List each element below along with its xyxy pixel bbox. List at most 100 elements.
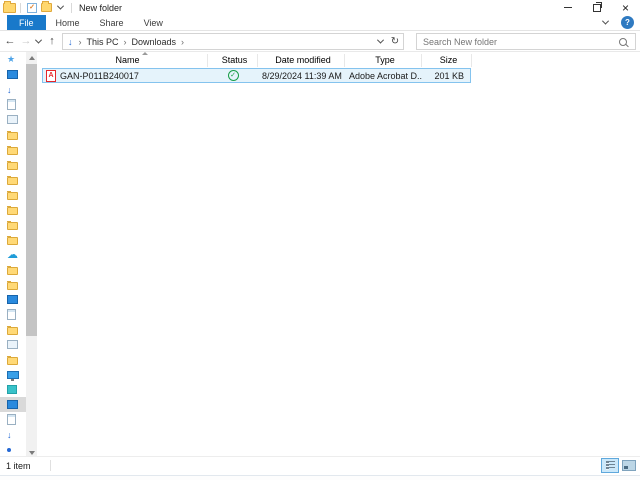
column-header-type[interactable]: Type [345,53,422,67]
sidebar-item-folder[interactable] [0,202,26,217]
sidebar-item-network-dot[interactable] [0,442,26,457]
thumbnails-view-icon [622,460,636,471]
sidebar-item-desktop[interactable] [0,292,26,307]
column-header-name[interactable]: Name [42,51,208,67]
maximize-button[interactable] [582,0,611,15]
close-icon: × [621,0,629,15]
folder-icon [7,235,18,245]
back-button[interactable]: ← [2,31,18,51]
sidebar-item-quick-access[interactable] [0,52,26,67]
quick-access-icon [7,54,15,65]
sidebar-item-folder[interactable] [0,127,26,142]
desktop-icon [7,70,18,79]
folder-icon [7,265,18,275]
search-icon [619,37,627,46]
up-button[interactable]: ↑ [44,31,60,51]
forward-icon: → [20,35,32,47]
breadcrumb-downloads[interactable]: Downloads [129,37,180,47]
file-row[interactable]: GAN-P011B240017 8/29/2024 11:39 AM Adobe… [42,68,471,83]
folder-icon [7,130,18,140]
breadcrumb-separator: › [181,36,185,47]
folder-icon [7,160,18,170]
synced-status-icon [227,70,239,81]
sidebar-item-folder[interactable] [0,277,26,292]
details-view-button[interactable] [601,458,619,473]
sidebar-item-downloads[interactable] [0,427,26,442]
sidebar-item-folder[interactable] [0,157,26,172]
sidebar-item-folder[interactable] [0,142,26,157]
qat-customize-button[interactable] [53,1,67,15]
expand-ribbon-button[interactable] [597,15,613,30]
sidebar-tree [0,52,26,458]
sidebar-item-folder[interactable] [0,172,26,187]
desktop-icon [7,400,18,409]
sidebar-item-folder[interactable] [0,322,26,337]
sidebar-item-pictures[interactable] [0,112,26,127]
folder-icon [7,325,18,335]
file-name-cell: GAN-P011B240017 [43,69,208,82]
scroll-up-button[interactable] [26,52,37,63]
refresh-button[interactable]: ↻ [387,36,403,47]
breadcrumb-this-pc[interactable]: This PC [84,37,122,47]
column-header-status[interactable]: Status [208,53,258,67]
tab-view[interactable]: View [134,15,173,30]
navigation-bar: ← → ↑ ↓ › This PC › Downloads › ↻ [0,31,640,52]
divider [20,2,21,13]
ribbon-tab-bar: File Home Share View ? [0,15,640,31]
back-icon: ← [4,35,16,47]
breadcrumb-separator: › [78,36,82,47]
window-title: New folder [79,2,123,13]
documents-icon [7,99,16,110]
help-button[interactable]: ? [621,16,634,29]
sidebar-item-documents[interactable] [0,97,26,112]
tab-home[interactable]: Home [46,15,90,30]
sidebar-item-folder[interactable] [0,352,26,367]
folder-icon [7,175,18,185]
sidebar-item-folder[interactable] [0,262,26,277]
onedrive-icon [7,248,18,261]
address-dropdown-button[interactable] [373,36,387,44]
folder-icon [7,355,18,365]
sidebar-item-downloads[interactable] [0,82,26,97]
minimize-button[interactable] [553,0,582,15]
folder-icon [7,280,18,290]
sidebar-item-documents[interactable] [0,307,26,322]
column-header-size[interactable]: Size [422,53,472,67]
sidebar-item-desktop[interactable] [0,397,26,412]
address-bar[interactable]: ↓ › This PC › Downloads › ↻ [62,33,404,50]
sidebar-scrollbar[interactable] [26,52,37,458]
new-folder-button[interactable] [39,1,53,15]
sidebar-item-documents[interactable] [0,412,26,427]
items-count: 1 item [6,461,31,471]
sidebar-item-folder[interactable] [0,217,26,232]
divider [50,460,51,471]
restore-icon [592,1,602,12]
pictures-icon [7,340,18,349]
tab-file[interactable]: File [7,15,46,30]
sidebar-item-folder[interactable] [0,232,26,247]
tab-share[interactable]: Share [90,15,134,30]
divider [71,2,72,13]
sidebar-item-pictures[interactable] [0,337,26,352]
sidebar-item-devices[interactable] [0,382,26,397]
thumbnails-view-button[interactable] [620,458,638,473]
file-status-cell [208,70,258,81]
chevron-down-icon [376,36,384,44]
properties-button[interactable] [25,1,39,15]
close-button[interactable]: × [611,0,640,15]
sidebar-item-this-pc[interactable] [0,367,26,382]
chevron-down-icon [34,36,43,44]
scrollbar-thumb[interactable] [26,64,37,336]
this-pc-icon [7,370,19,381]
search-input[interactable] [417,35,619,48]
devices-icon [7,385,17,394]
column-header-date-modified[interactable]: Date modified [258,53,345,67]
sidebar-item-folder[interactable] [0,187,26,202]
forward-button[interactable]: → [18,31,34,51]
sidebar-item-onedrive[interactable] [0,247,26,262]
sidebar-item-desktop[interactable] [0,67,26,82]
chevron-down-icon [56,2,64,10]
properties-icon [27,2,37,13]
chevron-down-icon [601,17,609,25]
recent-locations-button[interactable] [33,31,44,51]
